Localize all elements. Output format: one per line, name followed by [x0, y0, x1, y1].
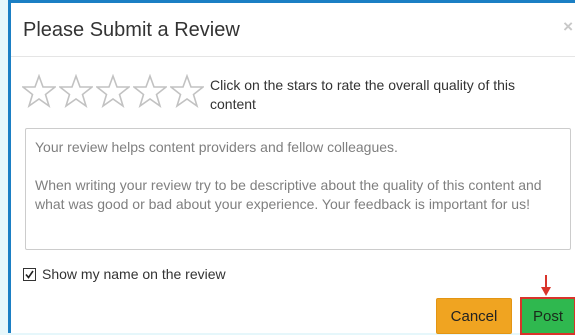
- show-name-label: Show my name on the review: [42, 266, 226, 282]
- star-1-icon[interactable]: [22, 74, 56, 108]
- star-rating: [22, 71, 207, 111]
- star-5-icon[interactable]: [170, 74, 204, 108]
- show-name-option[interactable]: Show my name on the review: [23, 266, 226, 282]
- close-icon[interactable]: ×: [563, 17, 573, 37]
- review-placeholder-line-1: Your review helps content providers and …: [35, 139, 398, 155]
- review-modal: Please Submit a Review × Click on the st…: [8, 0, 575, 335]
- star-2-icon[interactable]: [59, 74, 93, 108]
- modal-title: Please Submit a Review: [23, 19, 240, 41]
- post-button[interactable]: Post: [520, 297, 575, 335]
- checkmark-icon: [25, 270, 34, 279]
- show-name-checkbox[interactable]: [23, 267, 36, 281]
- star-4-icon[interactable]: [133, 74, 167, 108]
- review-textarea[interactable]: Your review helps content providers and …: [25, 128, 571, 250]
- modal-header: Please Submit a Review ×: [11, 3, 575, 57]
- cancel-button[interactable]: Cancel: [436, 298, 512, 334]
- star-3-icon[interactable]: [96, 74, 130, 108]
- review-placeholder-line-2: When writing your review try to be descr…: [35, 177, 542, 212]
- rating-prompt: Click on the stars to rate the overall q…: [210, 77, 516, 112]
